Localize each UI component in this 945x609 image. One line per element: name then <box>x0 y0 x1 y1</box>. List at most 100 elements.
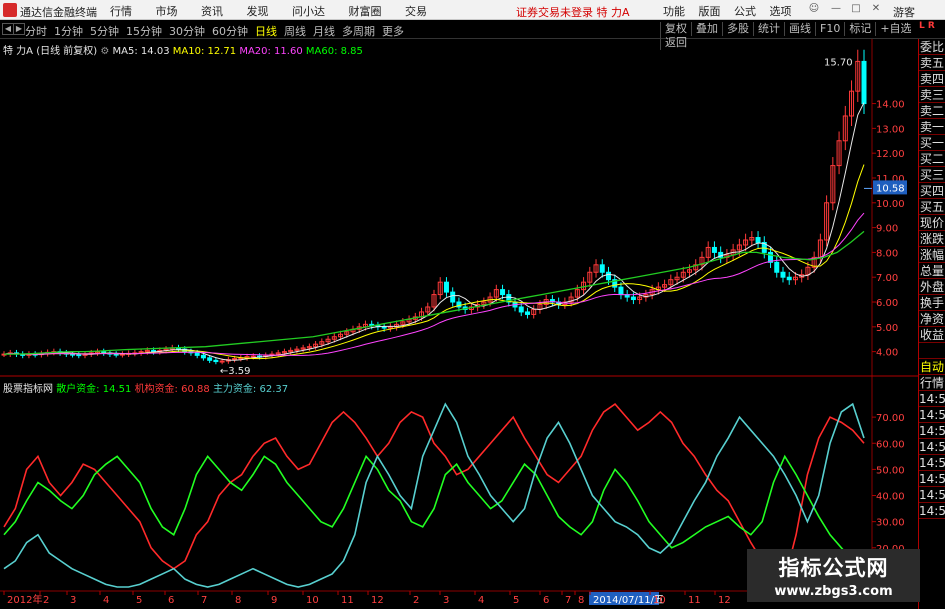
side-panel-item-29[interactable]: 14:50 <box>919 503 945 519</box>
period-tab-2[interactable]: 5分钟 <box>90 23 119 39</box>
date-label: 11 <box>341 595 354 606</box>
side-panel-item-0[interactable]: 委比 <box>919 39 945 55</box>
guest-label[interactable]: 游客 <box>893 4 915 20</box>
candle-body <box>599 264 605 273</box>
ma5-line <box>3 102 865 361</box>
side-panel-item-14[interactable]: 总量 <box>919 263 945 279</box>
menu-functions[interactable]: 功能 <box>663 3 685 19</box>
ma20-line <box>3 212 865 356</box>
menu-trade[interactable]: 交易 <box>405 3 427 19</box>
toolbar-button-7[interactable]: +自选 <box>875 22 915 36</box>
menu-ask[interactable]: 问小达 <box>292 3 325 19</box>
toolbar-button-1[interactable]: 叠加 <box>691 22 722 36</box>
side-panel-item-10[interactable]: 买五 <box>919 199 945 215</box>
settings-gear-icon[interactable]: ⚙ <box>100 46 109 57</box>
side-panel-item-12[interactable]: 涨跌 <box>919 231 945 247</box>
indicator-name: 股票指标网 <box>3 384 53 395</box>
side-panel-item-4[interactable]: 卖二 <box>919 103 945 119</box>
toolbar-button-6[interactable]: 标记 <box>844 22 875 36</box>
date-label: 12 <box>718 595 731 606</box>
side-panel-item-28[interactable]: 14:50 <box>919 487 945 503</box>
side-panel-item-1[interactable]: 卖五 <box>919 55 945 71</box>
period-tab-6[interactable]: 日线 <box>255 23 277 39</box>
side-panel-item-23[interactable]: 14:50 <box>919 407 945 423</box>
candle-body <box>711 246 717 253</box>
period-tab-7[interactable]: 周线 <box>284 23 306 39</box>
login-notice: 证券交易未登录 特 力A <box>516 6 630 19</box>
menu-market[interactable]: 市场 <box>156 3 178 19</box>
current-price-label: 10.58 <box>876 183 905 194</box>
menu-news[interactable]: 资讯 <box>201 3 223 19</box>
menu-formula[interactable]: 公式 <box>734 3 756 19</box>
side-panel-item-19[interactable] <box>919 343 945 359</box>
toolbar-button-0[interactable]: 复权 <box>660 22 691 36</box>
side-panel-item-15[interactable]: 外盘 <box>919 279 945 295</box>
ma20-label: MA20: 11.60 <box>239 46 303 57</box>
minimize-icon[interactable]: — <box>830 3 842 15</box>
side-panel-item-11[interactable]: 现价 <box>919 215 945 231</box>
support-icon[interactable]: ☺ <box>808 3 820 15</box>
candle-body <box>618 286 624 296</box>
candle-body <box>113 353 119 356</box>
sub-y-label: 30.00 <box>876 518 905 529</box>
date-label: 8 <box>578 595 584 606</box>
sub-y-label: 40.00 <box>876 492 905 503</box>
period-tab-1[interactable]: 1分钟 <box>54 23 83 39</box>
main-menu: 行情 市场 资讯 发现 问小达 财富圈 交易 <box>110 3 447 19</box>
candle-body <box>200 354 206 359</box>
adjust-mode: (日线 前复权) <box>36 46 98 57</box>
side-panel-item-7[interactable]: 买二 <box>919 151 945 167</box>
arrow-right-icon[interactable]: ▶ <box>13 23 25 35</box>
menu-options[interactable]: 选项 <box>770 3 792 19</box>
side-panel-item-21[interactable]: 行情 <box>919 375 945 391</box>
side-panel-item-5[interactable]: 卖一 <box>919 119 945 135</box>
menu-market-quotes[interactable]: 行情 <box>110 3 132 19</box>
watermark-url: www.zbgs3.com <box>774 584 893 599</box>
side-panel-item-18[interactable]: 收益 <box>919 327 945 343</box>
side-panel-item-27[interactable]: 14:50 <box>919 471 945 487</box>
app-title: 通达信金融终端 <box>20 6 97 19</box>
side-panel-item-16[interactable]: 换手 <box>919 295 945 311</box>
side-panel-item-6[interactable]: 买一 <box>919 135 945 151</box>
menu-discover[interactable]: 发现 <box>247 3 269 19</box>
main-y-label: 6.00 <box>876 298 898 309</box>
menu-layout[interactable]: 版面 <box>699 3 721 19</box>
side-panel-item-13[interactable]: 涨幅 <box>919 247 945 263</box>
period-tab-5[interactable]: 60分钟 <box>212 23 248 39</box>
menu-wealth-circle[interactable]: 财富圈 <box>349 3 382 19</box>
toolbar-button-4[interactable]: 画线 <box>784 22 815 36</box>
period-tab-10[interactable]: 更多 <box>382 23 404 39</box>
chart-canvas[interactable]: 14.0013.0012.0011.0010.009.008.007.006.0… <box>0 39 918 609</box>
side-panel-item-20[interactable]: 自动 <box>919 359 945 375</box>
side-panel-item-2[interactable]: 卖四 <box>919 71 945 87</box>
date-label: 2 <box>43 595 49 606</box>
side-panel-item-22[interactable]: 14:50 <box>919 391 945 407</box>
side-panel-item-3[interactable]: 卖三 <box>919 87 945 103</box>
date-label: 10 <box>653 595 666 606</box>
side-panel-item-17[interactable]: 净资 <box>919 311 945 327</box>
side-panel-item-24[interactable]: 14:50 <box>919 423 945 439</box>
app-logo-icon <box>3 3 17 17</box>
side-panel-item-9[interactable]: 买四 <box>919 183 945 199</box>
quote-side-panel: 委比 卖五 卖四 卖三 卖二 卖一 买一 买二 买三 买四 买五 现价 涨跌 涨幅 总量 外盘 换手 净资 收益自动… <box>918 39 945 609</box>
date-label: 6 <box>168 595 174 606</box>
period-tab-9[interactable]: 多周期 <box>342 23 375 39</box>
toolbar-button-5[interactable]: F10 <box>815 22 844 36</box>
period-tab-8[interactable]: 月线 <box>313 23 335 39</box>
side-panel-item-26[interactable]: 14:50 <box>919 455 945 471</box>
period-tab-4[interactable]: 30分钟 <box>169 23 205 39</box>
candle-body <box>101 351 107 354</box>
main-funds-line <box>3 402 865 588</box>
period-tab-3[interactable]: 15分钟 <box>126 23 162 39</box>
toolbar-button-3[interactable]: 统计 <box>753 22 784 36</box>
candle-body <box>774 261 780 273</box>
toolbar-button-2[interactable]: 多股 <box>722 22 753 36</box>
close-icon[interactable]: ✕ <box>870 3 882 15</box>
candle-body <box>219 360 225 363</box>
maximize-icon[interactable]: □ <box>850 3 862 15</box>
period-tab-0[interactable]: 分时 <box>25 23 47 39</box>
high-price-label: 15.70 <box>824 57 853 68</box>
side-panel-item-8[interactable]: 买三 <box>919 167 945 183</box>
side-panel-item-25[interactable]: 14:50 <box>919 439 945 455</box>
date-label: 5 <box>136 595 142 606</box>
